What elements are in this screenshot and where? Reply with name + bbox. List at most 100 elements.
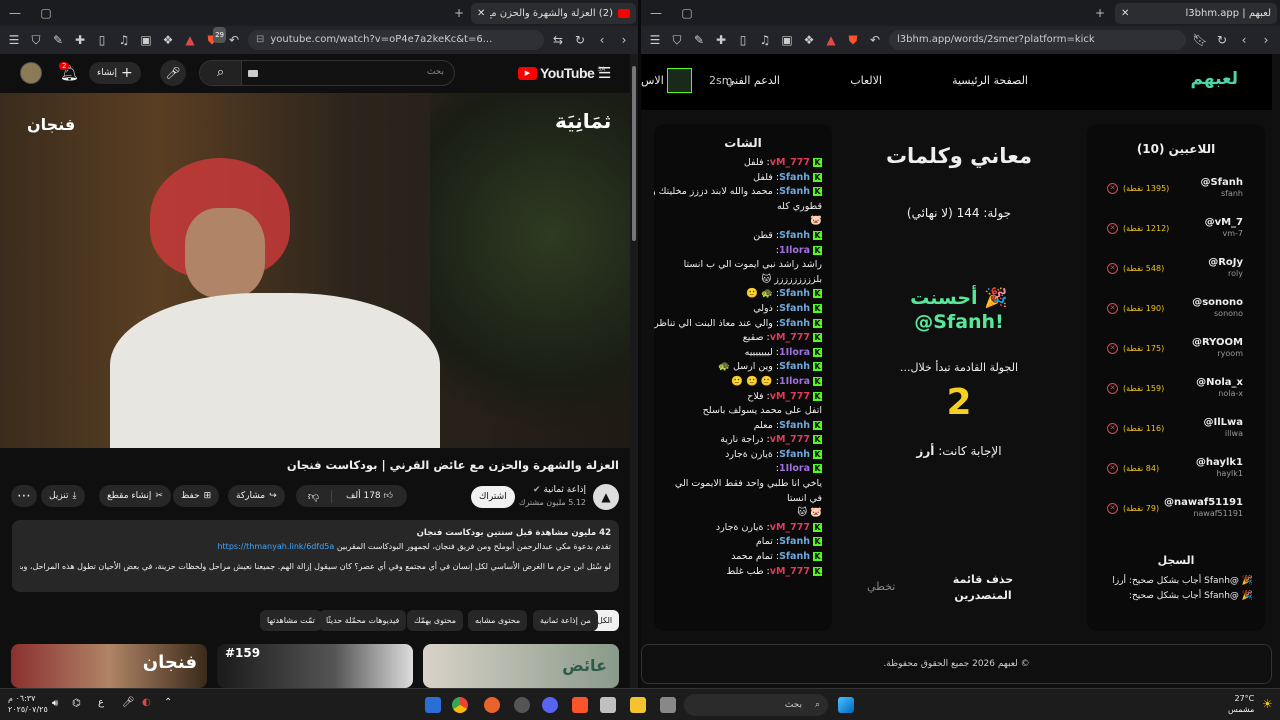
tab-manager-icon[interactable]: ▣ — [779, 32, 795, 48]
download-button[interactable]: تنزيل ⤓ — [41, 485, 85, 507]
extension-icon[interactable]: ✎ — [691, 32, 707, 48]
weather-widget[interactable]: 27°C مشمس — [1228, 693, 1254, 715]
more-actions-icon[interactable]: ⋯ — [11, 485, 37, 507]
file-explorer-icon[interactable] — [630, 697, 646, 713]
site-logo[interactable]: لعبهم — [1191, 69, 1238, 89]
firefox-icon[interactable] — [484, 697, 500, 713]
minimize-icon[interactable]: — — [6, 5, 24, 21]
taskbar-search[interactable]: بحث ⌕ — [684, 694, 828, 716]
youtube-logo[interactable]: ▶ YouTube SA — [518, 65, 605, 81]
warning-icon[interactable]: ▲ — [823, 32, 839, 48]
music-icon[interactable]: ♫ — [116, 32, 132, 48]
steam-icon[interactable] — [514, 697, 530, 713]
share-button[interactable]: مشاركة ↪ — [228, 485, 285, 507]
microphone-icon[interactable]: 🎤︎ — [122, 697, 135, 708]
nav-games[interactable]: الالعاب — [850, 74, 882, 87]
like-button[interactable]: 👍︎ 178 ألف — [332, 491, 407, 501]
chip-watched[interactable]: تمّت مشاهدتها — [260, 610, 322, 631]
forward-icon[interactable]: ‹ — [594, 32, 610, 48]
clock[interactable]: ٠٦:٣٧ م ٢٠٢٥/٠٧/٢٥ — [8, 693, 48, 715]
new-tab-icon[interactable]: + — [450, 5, 468, 21]
tab-manager-icon[interactable]: ▣ — [138, 32, 154, 48]
reload-icon[interactable]: ↻ — [1214, 32, 1230, 48]
avatar[interactable] — [20, 62, 42, 84]
create-button[interactable]: إنشاء + — [89, 62, 141, 84]
maximize-icon[interactable]: ▢ — [678, 5, 696, 21]
channel-name[interactable]: إذاعة ثمانية — [543, 485, 586, 495]
new-tab-icon[interactable]: + — [1091, 5, 1109, 21]
hamburger-menu-icon[interactable]: ☰ — [598, 64, 611, 82]
tray-app-icon[interactable]: ◐ — [142, 697, 151, 708]
windows-start-icon[interactable] — [838, 697, 854, 713]
chrome-icon[interactable] — [452, 697, 468, 713]
task-view-icon[interactable] — [660, 697, 676, 713]
site-info-icon[interactable]: ⊟ — [256, 34, 264, 45]
network-icon[interactable]: ⌬ — [72, 698, 81, 709]
save-button[interactable]: حفظ ⊞ — [173, 485, 220, 507]
forward-icon[interactable]: ‹ — [1236, 32, 1252, 48]
sidebar-icon[interactable]: ▯ — [94, 32, 110, 48]
puzzle-icon[interactable]: ✚ — [713, 32, 729, 48]
remove-player-icon[interactable]: ✕ — [1107, 462, 1118, 474]
clip-button[interactable]: إنشاء مقطع ✂ — [99, 485, 171, 507]
remove-player-icon[interactable]: ✕ — [1107, 182, 1118, 194]
warning-icon[interactable]: ▲ — [182, 32, 198, 48]
chip-from-channel[interactable]: من إذاعة ثمانية — [533, 610, 598, 631]
remove-player-icon[interactable]: ✕ — [1107, 302, 1118, 314]
remove-player-icon[interactable]: ✕ — [1107, 262, 1118, 274]
video-thumbnail[interactable]: فنجان — [11, 644, 207, 688]
tab-l3bhm[interactable]: ✕ لعبهم | l3bhm.app — [1115, 3, 1277, 24]
user-avatar[interactable] — [667, 68, 692, 93]
chip-recently-uploaded[interactable]: فيديوهات محمّلة حديثًا — [319, 610, 407, 631]
nav-support[interactable]: الدعم الفني — [726, 74, 780, 87]
subscribe-button[interactable]: اشتراك — [471, 486, 515, 508]
page-scrollbar[interactable] — [630, 54, 638, 688]
extensions-icon[interactable]: ❖ — [801, 32, 817, 48]
page-scrollbar[interactable] — [1272, 54, 1280, 688]
bookmark-icon[interactable]: ↶ — [867, 32, 883, 48]
close-tab-icon[interactable]: ✕ — [1121, 8, 1129, 19]
bookmark-icon[interactable]: ↶ — [226, 32, 242, 48]
brave-shield-icon[interactable]: ⛊ 29 — [204, 27, 226, 48]
maximize-icon[interactable]: ▢ — [37, 5, 55, 21]
shield-icon[interactable]: ⛉ — [28, 32, 44, 48]
security-app-icon[interactable] — [425, 697, 441, 713]
nav-home[interactable]: الصفحة الرئيسية — [952, 74, 1028, 87]
channel-avatar[interactable]: ▲ — [593, 484, 619, 510]
skip-button[interactable]: تخطي — [867, 580, 895, 593]
bookmark-page-icon[interactable]: 🔖︎ — [1192, 32, 1208, 48]
dislike-icon[interactable]: 👎︎ — [296, 489, 332, 503]
address-bar[interactable]: l3bhm.app/words/2smer?platform=kick — [889, 30, 1186, 50]
remove-player-icon[interactable]: ✕ — [1107, 222, 1118, 234]
chip-related[interactable]: محتوى مشابه — [468, 610, 528, 631]
tray-overflow-icon[interactable]: ⌃ — [164, 697, 172, 708]
minimize-icon[interactable]: — — [647, 5, 665, 21]
video-thumbnail[interactable]: #159 — [217, 644, 413, 688]
discord-icon[interactable] — [542, 697, 558, 713]
delete-leaderboard-button[interactable]: حذف قائمة المتصدرين — [943, 572, 1023, 604]
scrollbar-thumb[interactable] — [632, 66, 636, 241]
volume-icon[interactable]: 🔊︎ — [52, 698, 58, 709]
brave-icon[interactable] — [572, 697, 588, 713]
close-tab-icon[interactable]: ✕ — [477, 8, 485, 19]
remove-player-icon[interactable]: ✕ — [1107, 422, 1118, 434]
language-indicator[interactable]: ع — [98, 697, 104, 708]
brave-shield-icon[interactable]: ⛊ — [845, 32, 861, 48]
music-icon[interactable]: ♫ — [757, 32, 773, 48]
remove-player-icon[interactable]: ✕ — [1107, 342, 1118, 354]
user-name-partial[interactable]: 2sm — [709, 74, 732, 87]
nav-partial-label[interactable]: الاس — [641, 74, 664, 87]
menu-icon[interactable]: ☰ — [6, 32, 22, 48]
search-input[interactable]: ⌕ بحث — [199, 60, 455, 86]
video-player[interactable]: فنجان ثمَانِيَة — [0, 93, 630, 448]
extensions-icon[interactable]: ❖ — [160, 32, 176, 48]
address-bar[interactable]: ⊟ youtube.com/watch?v=oP4e7a2keKc&t=6... — [248, 30, 544, 50]
puzzle-icon[interactable]: ✚ — [72, 32, 88, 48]
remove-player-icon[interactable]: ✕ — [1107, 502, 1118, 514]
back-icon[interactable]: › — [1258, 32, 1274, 48]
description-link[interactable]: https://thmanyah.link/6dfd5a — [217, 542, 334, 551]
extension-icon[interactable]: ✎ — [50, 32, 66, 48]
voice-search-icon[interactable]: 🎤︎ — [160, 60, 186, 86]
notepad-icon[interactable] — [600, 697, 616, 713]
tab-youtube[interactable]: ✕ (2) العزلة والشهرة والحزن مع عا — [471, 3, 636, 24]
